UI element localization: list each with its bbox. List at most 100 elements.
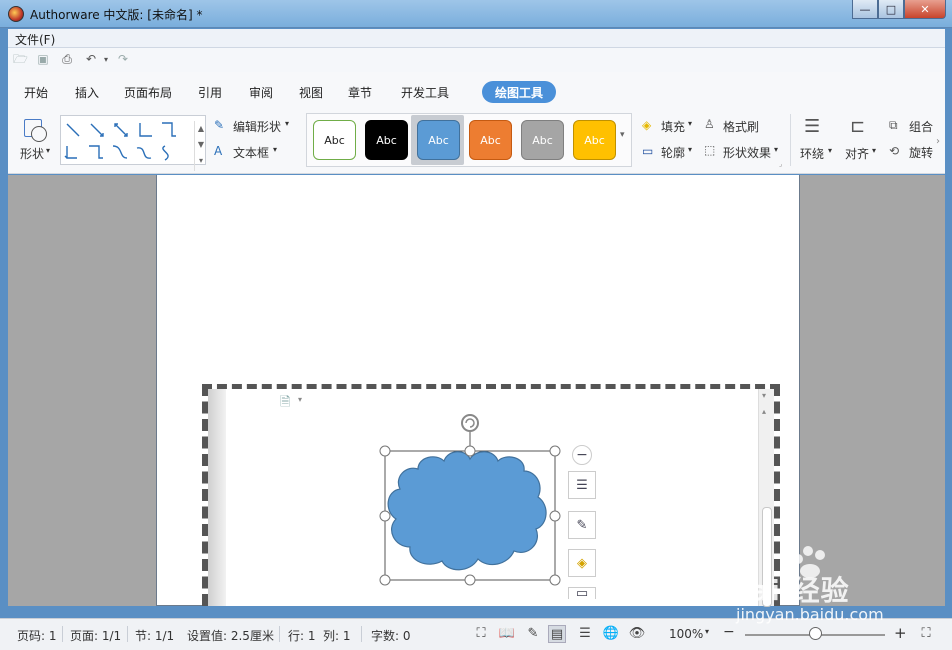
redo-icon[interactable]: ↷ xyxy=(116,53,130,66)
style-preset[interactable]: Abc xyxy=(521,120,564,160)
outline-color-icon[interactable]: ▭ xyxy=(568,586,596,601)
minimize-button[interactable]: — xyxy=(852,0,878,19)
fullscreen-icon[interactable]: ⛶ xyxy=(472,625,490,643)
shape-effect-dropdown-icon[interactable]: ▾ xyxy=(774,145,778,154)
wrap-button[interactable]: 环绕 xyxy=(800,145,824,162)
tab-chapter[interactable]: 章节 xyxy=(348,84,372,101)
resize-handle[interactable] xyxy=(379,574,391,586)
styles-more-icon[interactable]: ▾ xyxy=(620,130,625,140)
layout-options-icon[interactable]: ☰ xyxy=(568,471,596,499)
outline-dropdown-icon[interactable]: ▾ xyxy=(688,145,692,154)
status-pages: 页面: 1/1 xyxy=(70,629,122,643)
paste-options-dropdown-icon[interactable]: ▾ xyxy=(298,395,302,404)
group-button[interactable]: 组合 xyxy=(909,118,933,135)
ribbon-tabs: 开始 插入 页面布局 引用 审阅 视图 章节 开发工具 绘图工具 xyxy=(8,72,945,110)
save-icon[interactable]: ▣ xyxy=(36,53,50,66)
reading-mode-icon[interactable]: 📖 xyxy=(498,625,516,643)
tab-references[interactable]: 引用 xyxy=(198,84,222,101)
collapse-icon[interactable]: − xyxy=(572,445,592,465)
align-dropdown-icon[interactable]: ▾ xyxy=(872,146,876,155)
ribbon-scroll-right-icon[interactable]: › xyxy=(936,136,940,147)
resize-handle[interactable] xyxy=(379,445,391,457)
tab-home[interactable]: 开始 xyxy=(24,84,48,101)
shape-dropdown-icon[interactable]: ▾ xyxy=(46,146,50,155)
undo-icon[interactable]: ↶ xyxy=(84,53,98,66)
outline-button[interactable]: 轮廓 xyxy=(661,144,685,161)
close-button[interactable]: ✕ xyxy=(904,0,946,19)
align-button[interactable]: 对齐 xyxy=(845,145,869,162)
window-title: Authorware 中文版: [未命名] * xyxy=(30,8,203,22)
cloud-shape-selection[interactable] xyxy=(378,409,568,589)
style-preset[interactable]: Abc xyxy=(365,120,408,160)
format-painter-icon: ♙ xyxy=(704,117,715,131)
eye-protection-icon[interactable]: 👁 xyxy=(628,625,646,643)
rotate-handle[interactable] xyxy=(461,414,479,432)
zoom-in-icon[interactable]: + xyxy=(894,624,907,642)
style-preset[interactable]: Abc xyxy=(573,120,616,160)
embedded-canvas[interactable]: 🗎 ▾ − ☰ ✎ ◈ ▭ ▾ ▴ xyxy=(208,389,774,607)
status-column: 列: 1 xyxy=(323,629,351,643)
style-preset[interactable]: Abc xyxy=(313,120,356,160)
gallery-scroll[interactable]: ▲ ▼ ▾ xyxy=(194,121,207,171)
tab-page-layout[interactable]: 页面布局 xyxy=(124,84,172,101)
fit-page-icon[interactable]: ⛶ xyxy=(917,625,935,643)
edit-shape-button[interactable]: 编辑形状 xyxy=(233,118,281,135)
cloud-shape[interactable] xyxy=(387,451,547,571)
status-divider xyxy=(127,626,128,642)
text-box-button[interactable]: 文本框 xyxy=(233,144,269,161)
zoom-slider-knob[interactable] xyxy=(809,627,822,640)
zoom-out-icon[interactable]: − xyxy=(723,624,735,640)
app-icon xyxy=(8,6,24,22)
resize-handle[interactable] xyxy=(549,510,561,522)
embedded-object-frame[interactable]: 🗎 ▾ − ☰ ✎ ◈ ▭ ▾ ▴ xyxy=(202,384,780,607)
tab-insert[interactable]: 插入 xyxy=(75,84,99,101)
tab-developer[interactable]: 开发工具 xyxy=(401,84,449,101)
line-shapes-gallery[interactable]: ▲ ▼ ▾ xyxy=(60,115,206,171)
document-page[interactable]: 🗎 ▾ − ☰ ✎ ◈ ▭ ▾ ▴ xyxy=(156,175,800,607)
paste-options-icon[interactable]: 🗎 xyxy=(280,393,290,415)
tab-review[interactable]: 审阅 xyxy=(249,84,273,101)
web-view-icon[interactable]: 🌐 xyxy=(602,625,620,643)
zoom-dropdown-icon[interactable]: ▾ xyxy=(705,627,709,636)
scroll-up-icon[interactable]: ▾ xyxy=(762,391,766,400)
maximize-button[interactable]: □ xyxy=(878,0,904,19)
style-preset-label: Abc xyxy=(376,133,397,147)
resize-handle[interactable] xyxy=(549,445,561,457)
outline-view-icon[interactable]: ☰ xyxy=(576,625,594,643)
format-painter-button[interactable]: 格式刷 xyxy=(723,118,759,135)
tab-drawing-tools[interactable]: 绘图工具 xyxy=(482,81,557,103)
undo-dropdown-icon[interactable]: ▾ xyxy=(99,53,113,66)
wrap-dropdown-icon[interactable]: ▾ xyxy=(828,146,832,155)
style-preset[interactable]: Abc xyxy=(417,120,460,160)
frame-scrollbar[interactable]: ▾ ▴ xyxy=(758,389,774,607)
fill-color-icon[interactable]: ◈ xyxy=(568,549,596,577)
zoom-level[interactable]: 100% xyxy=(669,627,703,641)
resize-handle[interactable] xyxy=(464,574,476,586)
scroll-up-arrow-icon[interactable]: ▴ xyxy=(762,407,766,416)
resize-handle[interactable] xyxy=(379,510,391,522)
outline-icon: ▭ xyxy=(642,144,654,158)
style-preset[interactable]: Abc xyxy=(469,120,512,160)
open-icon[interactable]: 🗁 xyxy=(13,53,28,66)
tab-view[interactable]: 视图 xyxy=(299,84,323,101)
ribbon-panel: 形状 ▾ ▲▼▾ ✎ 编辑形状 ▾ A 文本框 ▾ Abc Abc Abc xyxy=(8,110,945,174)
page-view-icon[interactable]: ▤ xyxy=(548,625,566,643)
scroll-thumb[interactable] xyxy=(762,507,772,607)
resize-handle[interactable] xyxy=(549,574,561,586)
edit-mode-icon[interactable]: ✎ xyxy=(524,625,542,643)
shape-effect-button[interactable]: 形状效果 xyxy=(723,144,771,161)
edit-shape-dropdown-icon[interactable]: ▾ xyxy=(285,119,289,128)
print-icon[interactable]: ⎙ xyxy=(60,53,74,66)
fill-dropdown-icon[interactable]: ▾ xyxy=(688,119,692,128)
quick-access-toolbar: 🗁 ▣ ⎙ ↶ ▾ ↷ xyxy=(8,48,945,72)
resize-handle[interactable] xyxy=(464,445,476,457)
fill-icon: ◈ xyxy=(642,118,652,132)
title-bar: Authorware 中文版: [未命名] * — □ ✕ xyxy=(0,0,952,28)
text-box-dropdown-icon[interactable]: ▾ xyxy=(273,145,277,154)
rotate-button[interactable]: 旋转 xyxy=(909,144,933,161)
brush-icon[interactable]: ✎ xyxy=(568,511,596,539)
fill-button[interactable]: 填充 xyxy=(661,118,685,135)
dialog-launcher-icon[interactable]: ⌟ xyxy=(779,160,782,168)
text-box-icon: A xyxy=(214,144,223,158)
menu-file[interactable]: 文件(F) xyxy=(15,31,55,48)
